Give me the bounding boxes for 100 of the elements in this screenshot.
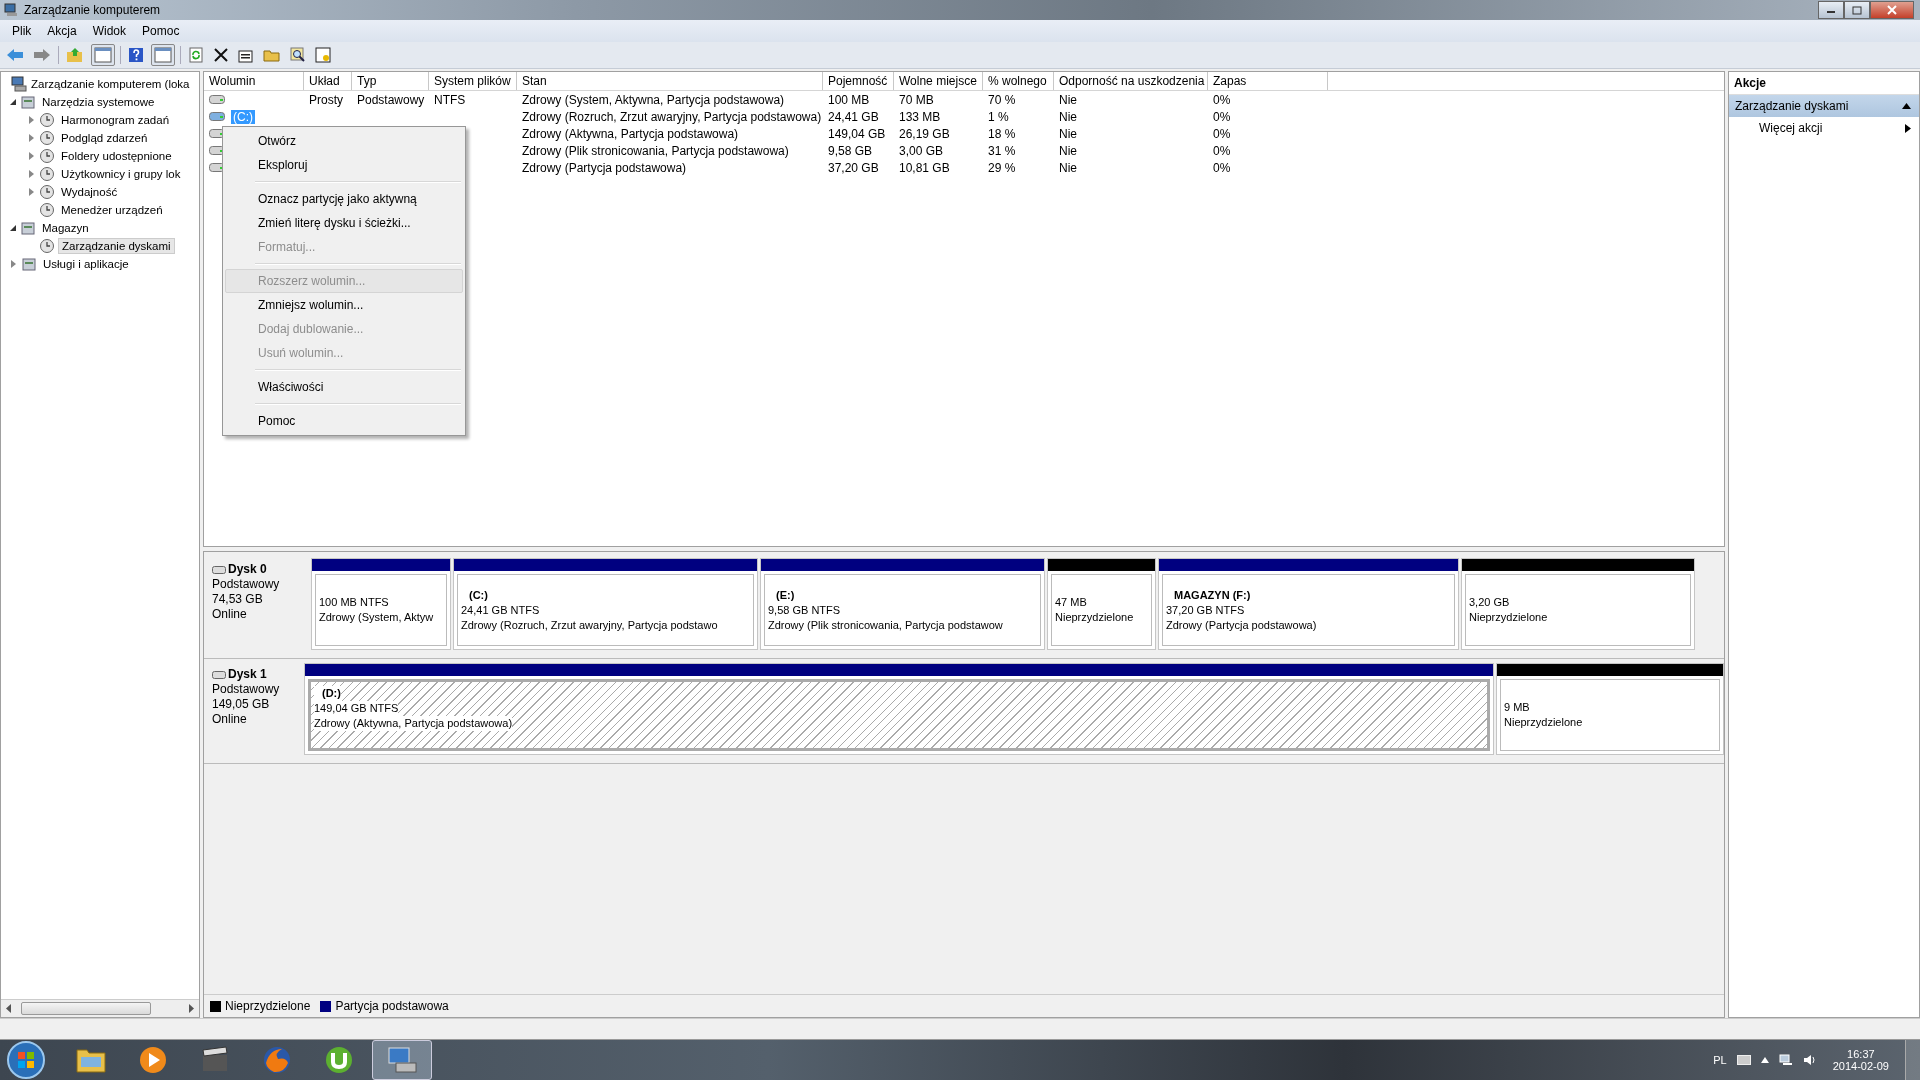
minimize-button[interactable]: [1818, 1, 1844, 19]
legend-label: Nieprzydzielone: [225, 999, 311, 1013]
start-button[interactable]: [6, 1040, 46, 1080]
column-header[interactable]: Zapas: [1208, 72, 1328, 90]
partition-label: (C:): [468, 587, 489, 603]
table-cell: Nie: [1059, 126, 1077, 141]
globe-icon[interactable]: [262, 1045, 292, 1075]
tree-item[interactable]: Usługi i aplikacje: [40, 257, 132, 271]
column-header[interactable]: Wolne miejsce: [894, 72, 983, 90]
menu-item[interactable]: Akcja: [39, 24, 85, 38]
close-button[interactable]: [1870, 1, 1914, 19]
partition-status: Nieprzydzielone: [1055, 610, 1135, 625]
column-header[interactable]: Stan: [517, 72, 823, 90]
tray-expand-icon[interactable]: [1760, 1057, 1769, 1063]
tree-item[interactable]: Magazyn: [39, 221, 92, 235]
partition-block[interactable]: (C:) 24,41 GB NTFS Zdrowy (Rozruch, Zrzut awaryjny, Partycja podstawo: [453, 558, 758, 650]
tree-item[interactable]: Zarządzanie komputerem (loka: [28, 77, 193, 91]
tree-item[interactable]: Harmonogram zadań: [58, 113, 173, 127]
panel-icon[interactable]: [151, 44, 175, 66]
table-cell: 9,58 GB: [828, 143, 873, 158]
column-header[interactable]: Typ: [352, 72, 429, 90]
partition-size: 9 MB: [1504, 700, 1531, 715]
panel-icon[interactable]: [91, 44, 115, 66]
partition-block[interactable]: MAGAZYN (F:) 37,20 GB NTFS Zdrowy (Partycja podstawowa): [1158, 558, 1459, 650]
disk-name: Dysk 0: [228, 562, 267, 577]
disk-size: 149,05 GB: [212, 697, 271, 712]
actions-section[interactable]: Zarządzanie dyskami: [1729, 95, 1919, 117]
column-header[interactable]: % wolnego: [983, 72, 1054, 90]
menu-item[interactable]: Oznacz partycję jako aktywną: [225, 187, 463, 211]
table-cell: 0%: [1213, 143, 1231, 158]
menu-item[interactable]: Plik: [4, 24, 40, 38]
disk-size: 74,53 GB: [212, 592, 264, 607]
table-cell: Zdrowy (System, Aktywna, Partycja podstawowa): [522, 92, 785, 107]
table-cell: 29 %: [988, 160, 1016, 175]
menu-item[interactable]: Widok: [84, 24, 135, 38]
menu-item[interactable]: Właściwości: [225, 375, 463, 399]
tree-item[interactable]: Zarządzanie dyskami: [58, 238, 175, 254]
tree-item[interactable]: Wydajność: [58, 185, 121, 199]
refresh-icon[interactable]: [186, 45, 206, 65]
clock-date[interactable]: 2014-02-09: [1832, 1060, 1889, 1072]
menu-item[interactable]: Eksploruj: [225, 153, 463, 177]
table-cell: Nie: [1059, 160, 1077, 175]
partition-size: 100 MB NTFS: [319, 595, 390, 610]
network-icon[interactable]: [1778, 1054, 1793, 1066]
menu-item[interactable]: Pomoc: [134, 24, 188, 38]
disk-type: Podstawowy: [212, 577, 281, 592]
partition-block[interactable]: 3,20 GB Nieprzydzielone: [1461, 558, 1695, 650]
table-cell: 31 %: [988, 143, 1016, 158]
partition-size: 3,20 GB: [1469, 595, 1511, 610]
menu-item[interactable]: Otwórz: [225, 129, 463, 153]
partition-status: Zdrowy (Plik stronicowania, Partycja podstawow: [768, 617, 1004, 633]
partition-block[interactable]: 47 MB Nieprzydzielone: [1047, 558, 1156, 650]
column-header[interactable]: Pojemność: [823, 72, 894, 90]
horizontal-scrollbar[interactable]: [1, 999, 199, 1017]
tree-item[interactable]: Podgląd zdarzeń: [58, 131, 151, 145]
table-cell: 37,20 GB: [828, 160, 879, 175]
torrent-icon[interactable]: [324, 1045, 354, 1075]
language-indicator[interactable]: PL: [1713, 1054, 1727, 1066]
column-header[interactable]: System plików: [429, 72, 517, 90]
partition-block[interactable]: 100 MB NTFS Zdrowy (System, Aktyw: [311, 558, 451, 650]
play-icon[interactable]: [138, 1045, 168, 1075]
partition-status: Nieprzydzielone: [1469, 610, 1549, 625]
tree-item[interactable]: Menedżer urządzeń: [58, 203, 166, 217]
close-icon: [1887, 5, 1897, 15]
maximize-button[interactable]: [1844, 1, 1870, 19]
menu-item[interactable]: Pomoc: [225, 409, 463, 433]
menu-item[interactable]: Zmniejsz wolumin...: [225, 293, 463, 317]
maximize-icon: [1852, 5, 1862, 15]
tree-item[interactable]: Narzędzia systemowe: [39, 95, 158, 109]
table-cell: 100 MB: [828, 92, 870, 107]
partition-size: 24,41 GB NTFS: [461, 602, 541, 618]
action-link[interactable]: Więcej akcji: [1759, 121, 1823, 135]
table-cell: Nie: [1059, 109, 1077, 124]
tree-item[interactable]: Użytkownicy i grupy lok: [58, 167, 184, 181]
partition-block[interactable]: (D:) 149,04 GB NTFS Zdrowy (Aktywna, Partycja podstawowa): [304, 663, 1494, 755]
partition-label: (D:): [314, 686, 341, 701]
partition-size: 47 MB: [1055, 595, 1088, 610]
clock-time[interactable]: 16:37: [1847, 1048, 1875, 1060]
menu-item[interactable]: Zmień literę dysku i ścieżki...: [225, 211, 463, 235]
table-cell: 18 %: [988, 126, 1016, 141]
legend-label: Partycja podstawowa: [335, 999, 449, 1013]
partition-block[interactable]: 9 MB Nieprzydzielone: [1496, 663, 1724, 755]
computer-icon[interactable]: [386, 1045, 418, 1075]
table-cell: 149,04 GB: [828, 126, 886, 141]
table-cell: 133 MB: [899, 109, 941, 124]
table-cell: Zdrowy (Rozruch, Zrzut awaryjny, Partycja podstawowa): [522, 109, 822, 124]
volume-icon[interactable]: [1802, 1054, 1817, 1066]
table-cell: 70 %: [988, 92, 1016, 107]
computer-icon: [4, 3, 18, 17]
partition-block[interactable]: (E:) 9,58 GB NTFS Zdrowy (Plik stronicowania, Partycja podstawow: [760, 558, 1045, 650]
help-icon[interactable]: [126, 45, 146, 65]
column-header[interactable]: Odporność na uszkodzenia: [1054, 72, 1208, 90]
table-cell: Podstawowy: [357, 92, 425, 107]
partition-status: Nieprzydzielone: [1504, 715, 1584, 730]
column-header[interactable]: Wolumin: [204, 72, 304, 90]
table-cell: 24,41 GB: [828, 109, 879, 124]
tree-item[interactable]: Foldery udostępnione: [58, 149, 175, 163]
keyboard-icon[interactable]: [1736, 1055, 1751, 1065]
column-header[interactable]: Układ: [304, 72, 352, 90]
table-cell: Prosty: [309, 92, 343, 107]
